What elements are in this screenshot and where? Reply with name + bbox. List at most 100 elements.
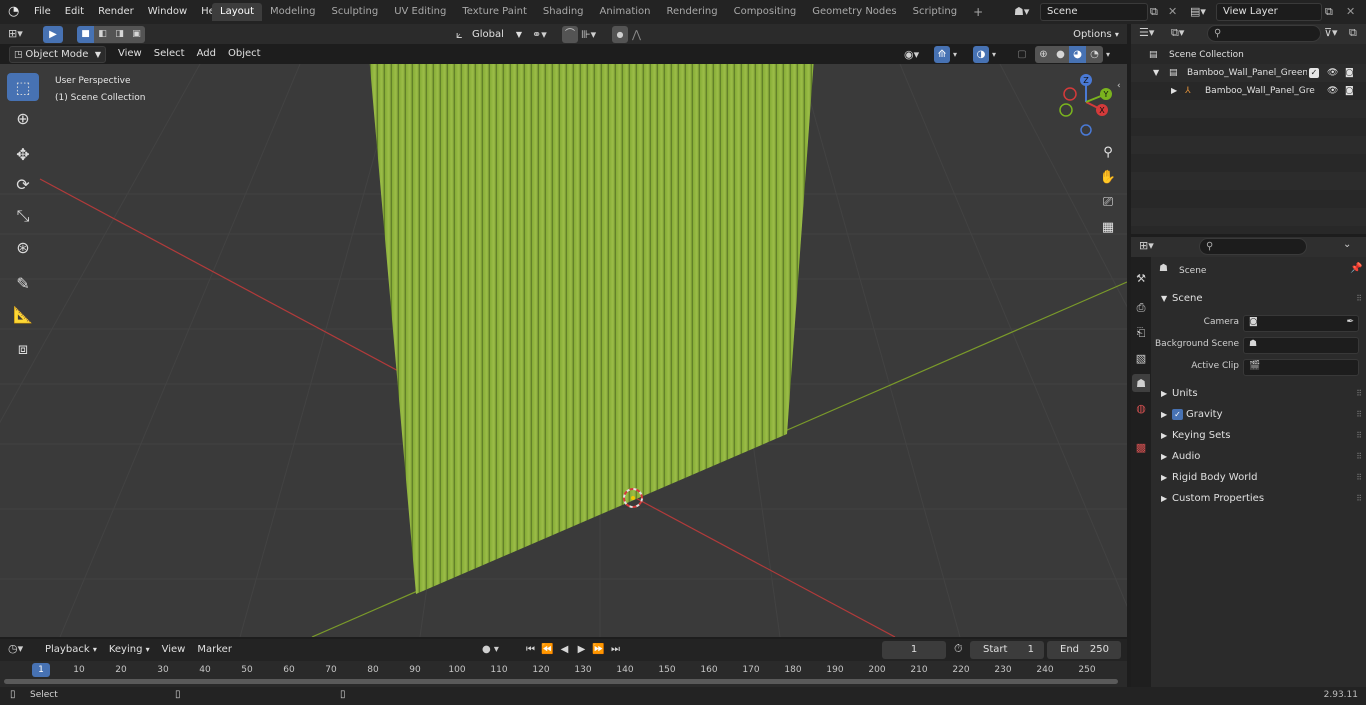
frame-scrollbar[interactable] <box>4 679 1118 684</box>
add-workspace-button[interactable]: + <box>965 3 991 21</box>
new-collection-icon[interactable]: ⧉ <box>1349 26 1357 40</box>
play-reverse-icon[interactable]: ◀ <box>556 642 573 658</box>
camera-view-button[interactable]: ⎚ <box>1097 191 1119 213</box>
scale-tool[interactable]: ⤡ <box>7 202 39 230</box>
eye-icon[interactable]: 👁 <box>1327 64 1338 82</box>
camera-field[interactable]: ◙ ✒ <box>1243 315 1359 332</box>
tab-rendering[interactable]: Rendering <box>659 3 726 21</box>
editor-type-icon[interactable]: ⊞▾ <box>8 26 34 42</box>
jump-keyframe-back-icon[interactable]: ⏪ <box>539 642 556 658</box>
outliner-row-object[interactable]: ▶ ⅄ Bamboo_Wall_Panel_Gre 👁 ◙ <box>1131 82 1366 100</box>
current-frame-field[interactable]: 1 <box>882 641 946 659</box>
tab-sculpting[interactable]: Sculpting <box>324 3 387 21</box>
expand-arrow-icon[interactable]: ▼ <box>1153 64 1159 82</box>
gizmo-dropdown-icon[interactable]: ▾ <box>953 46 963 63</box>
scene-icon[interactable]: ☗▾ <box>1014 3 1038 21</box>
stopwatch-icon[interactable]: ⏱ <box>954 642 963 656</box>
new-scene-icon[interactable]: ⧉ <box>1150 3 1164 21</box>
transform-orientation-icon[interactable]: ⟀ <box>456 26 470 43</box>
record-button[interactable]: ● ▾ <box>482 642 510 658</box>
units-panel-header[interactable]: ▶ Units ⠿ <box>1153 384 1366 404</box>
display-mode-icon[interactable]: ⧉▾ <box>1171 26 1184 40</box>
menu-timeline-view[interactable]: View <box>156 640 192 660</box>
tab-animation[interactable]: Animation <box>592 3 659 21</box>
custom-properties-panel-header[interactable]: ▶ Custom Properties ⠿ <box>1153 489 1366 509</box>
select-subtract-icon[interactable]: ◨ <box>111 26 128 43</box>
rigid-body-world-panel-header[interactable]: ▶ Rigid Body World ⠿ <box>1153 468 1366 488</box>
navigation-gizmo[interactable]: Z X Y <box>1058 72 1118 142</box>
active-clip-field[interactable]: 🎬 <box>1243 359 1359 376</box>
delete-scene-icon[interactable]: ✕ <box>1168 3 1180 21</box>
measure-tool[interactable]: 📐 <box>7 300 39 328</box>
transform-tool[interactable]: ⊛ <box>7 233 39 261</box>
pan-view-button[interactable]: ✋ <box>1097 166 1119 188</box>
tab-shading[interactable]: Shading <box>535 3 592 21</box>
select-extend-icon[interactable]: ◧ <box>94 26 111 43</box>
properties-search-input[interactable]: ⚲ <box>1199 238 1307 255</box>
jump-start-icon[interactable]: ⏮ <box>522 642 539 658</box>
blender-logo-icon[interactable]: ◔ <box>8 4 24 20</box>
menu-object[interactable]: Object <box>222 44 267 64</box>
tab-compositing[interactable]: Compositing <box>726 3 805 21</box>
rendered-shading-icon[interactable]: ◔ <box>1086 46 1103 63</box>
eyedropper-icon[interactable]: ✒ <box>1346 317 1354 327</box>
tab-output[interactable]: ⎗ <box>1132 324 1150 342</box>
overlays-toggle-icon[interactable]: ◑ <box>973 46 989 63</box>
end-frame-field[interactable]: End 250 <box>1047 641 1121 659</box>
outliner-editor-icon[interactable]: ☰▾ <box>1139 26 1154 39</box>
delete-view-layer-icon[interactable]: ✕ <box>1346 3 1358 21</box>
gravity-panel-header[interactable]: ▶ ✓ Gravity ⠿ <box>1153 405 1366 425</box>
select-new-icon[interactable]: ■ <box>77 26 94 43</box>
snap-icon[interactable]: ⌒ <box>562 26 578 43</box>
menu-render[interactable]: Render <box>91 0 141 24</box>
menu-add[interactable]: Add <box>191 44 222 64</box>
tab-scene[interactable]: ☗ <box>1132 374 1150 392</box>
menu-keying[interactable]: Keying ▾ <box>103 640 156 660</box>
exclude-checkbox[interactable]: ✓ <box>1309 68 1319 78</box>
shading-dropdown-icon[interactable]: ▾ <box>1106 46 1116 63</box>
keying-sets-panel-header[interactable]: ▶ Keying Sets ⠿ <box>1153 426 1366 446</box>
expand-arrow-icon[interactable]: ▶ <box>1171 82 1177 100</box>
tab-uv-editing[interactable]: UV Editing <box>386 3 454 21</box>
select-tool-icon[interactable]: ▶ <box>43 26 63 43</box>
tab-geometry-nodes[interactable]: Geometry Nodes <box>804 3 904 21</box>
menu-marker[interactable]: Marker <box>191 640 238 660</box>
material-shading-icon[interactable]: ◕ <box>1069 46 1086 63</box>
options-dropdown[interactable]: Options ▾ <box>1069 26 1123 44</box>
properties-options-icon[interactable]: ⌄ <box>1343 239 1351 250</box>
drag-handle-icon[interactable]: ⠿ <box>1356 405 1362 425</box>
drag-handle-icon[interactable]: ⠿ <box>1356 426 1362 446</box>
select-invert-icon[interactable]: ▣ <box>128 26 145 43</box>
drag-handle-icon[interactable]: ⠿ <box>1356 447 1362 467</box>
sidebar-toggle-icon[interactable]: ‹ <box>1117 81 1121 91</box>
tab-layout[interactable]: Layout <box>212 3 262 21</box>
3d-viewport[interactable]: User Perspective (1) Scene Collection ⬚ … <box>0 64 1127 637</box>
zoom-view-button[interactable]: ⚲ <box>1097 141 1119 163</box>
timeline-editor-icon[interactable]: ◷▾ <box>8 642 23 655</box>
camera-render-icon[interactable]: ◙ <box>1345 82 1354 100</box>
start-frame-field[interactable]: Start 1 <box>970 641 1044 659</box>
cursor-tool[interactable]: ⊕ <box>7 104 39 132</box>
new-view-layer-icon[interactable]: ⧉ <box>1325 3 1339 21</box>
object-mode-dropdown[interactable]: ◳ Object Mode ▼ <box>9 46 106 63</box>
tab-modeling[interactable]: Modeling <box>262 3 324 21</box>
camera-render-icon[interactable]: ◙ <box>1345 64 1354 82</box>
drag-handle-icon[interactable]: ⠿ <box>1356 468 1362 488</box>
properties-editor-icon[interactable]: ⊞▾ <box>1139 239 1154 252</box>
falloff-icon[interactable]: ⋀ <box>632 26 654 43</box>
drag-handle-icon[interactable]: ⠿ <box>1356 489 1362 509</box>
pivot-icon[interactable]: ⚭▾ <box>532 26 556 43</box>
tab-tool[interactable]: ⚒ <box>1132 269 1150 287</box>
play-icon[interactable]: ▶ <box>573 642 590 658</box>
add-cube-tool[interactable]: ⧈ <box>7 335 39 363</box>
drag-handle-icon[interactable]: ⠿ <box>1356 289 1362 309</box>
pin-icon[interactable]: 📌 <box>1350 263 1362 274</box>
orientation-dropdown[interactable]: Global ▼ <box>472 26 524 43</box>
tab-view-layer[interactable]: ▧ <box>1132 349 1150 367</box>
tab-world[interactable]: ◍ <box>1132 399 1150 417</box>
overlays-dropdown-icon[interactable]: ▾ <box>992 46 1002 63</box>
tab-texture-paint[interactable]: Texture Paint <box>454 3 535 21</box>
menu-edit[interactable]: Edit <box>58 0 91 24</box>
proportional-edit-icon[interactable]: ● <box>612 26 628 43</box>
tab-scripting[interactable]: Scripting <box>905 3 965 21</box>
